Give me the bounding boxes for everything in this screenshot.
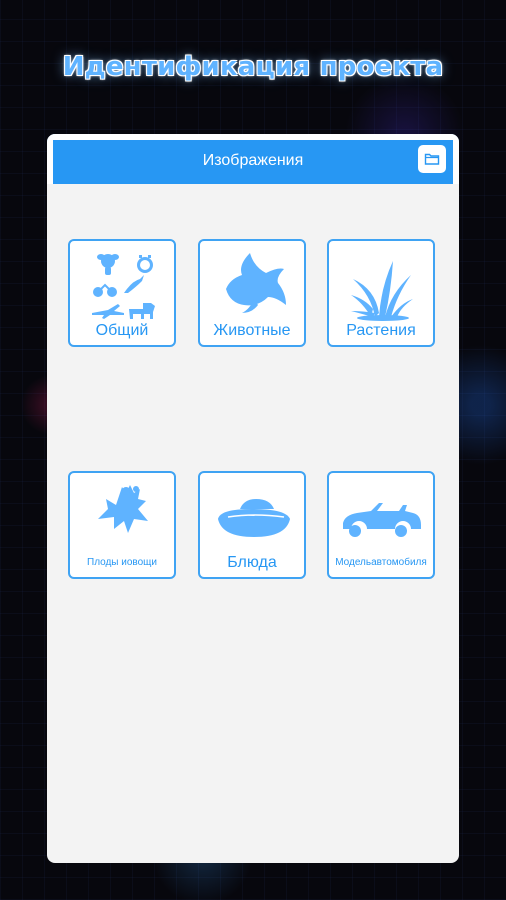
headline: Идентификация проекта [62,52,444,82]
fruit-icon [98,485,148,533]
category-label: Плоды иовощи [87,557,157,568]
category-tile-general[interactable]: Общий [68,239,176,347]
page-title: Изображения [202,152,304,169]
app-panel: Изображения Общий Животные Растения Плод… [47,134,459,863]
category-label: Модельавтомобиля [335,557,427,568]
category-label: Блюда [227,554,277,571]
mixed-silhouettes-icon [92,254,155,319]
category-tile-car-model[interactable]: Модельавтомобиля [327,471,435,579]
category-label: Растения [346,322,416,339]
folder-icon [424,153,440,165]
top-bar: Изображения [47,134,459,184]
goldfish-icon [226,253,286,313]
grass-icon [351,261,413,321]
category-label: Животные [213,322,291,339]
category-tile-dishes[interactable]: Блюда [198,471,306,579]
category-tile-plants[interactable]: Растения [327,239,435,347]
category-tile-animals[interactable]: Животные [198,239,306,347]
folder-button[interactable] [418,145,446,173]
dish-icon [218,499,290,537]
category-label: Общий [95,322,149,339]
convertible-car-icon [343,503,421,537]
category-tile-fruits[interactable]: Плоды иовощи [68,471,176,579]
